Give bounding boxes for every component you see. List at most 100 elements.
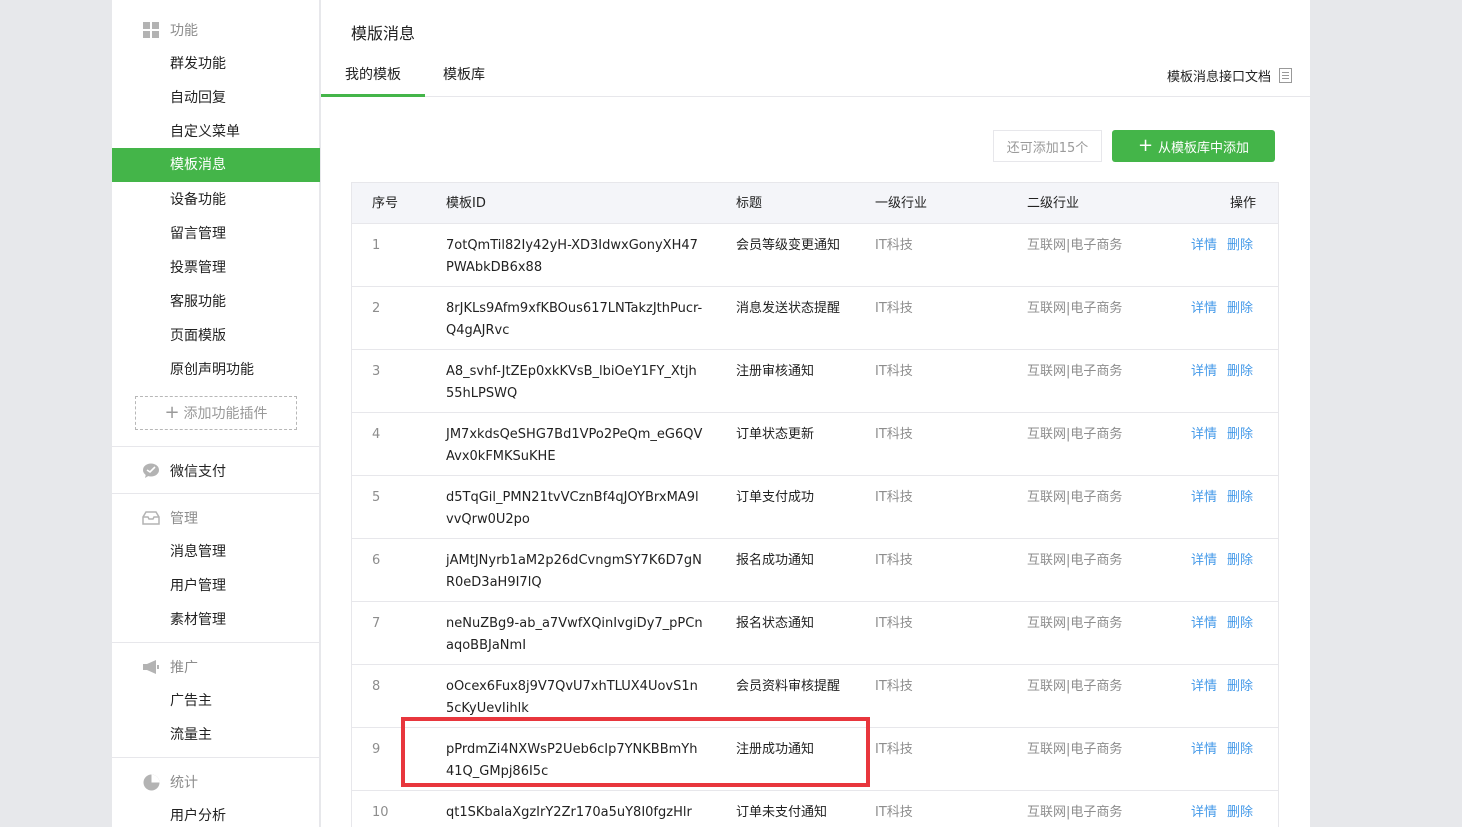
cell-industry-2: 互联网|电子商务	[1027, 553, 1123, 568]
sidebar-item-template-message[interactable]: 模板消息	[112, 148, 320, 182]
cell-no: 5	[372, 490, 381, 505]
detail-link[interactable]: 详情	[1191, 553, 1217, 568]
group-header-manage: 管理	[112, 506, 320, 530]
table-row: 1 7otQmTil82Iy42yH-XD3IdwxGonyXH47PWAbkDB…	[352, 224, 1278, 287]
cell-industry-2: 互联网|电子商务	[1027, 490, 1123, 505]
col-header-actions: 操作	[1230, 196, 1257, 211]
sidebar-divider	[112, 493, 320, 494]
sidebar-item-messages[interactable]: 消息管理	[112, 535, 320, 569]
sidebar-item-mass-send[interactable]: 群发功能	[112, 47, 320, 81]
detail-link[interactable]: 详情	[1191, 238, 1217, 253]
sidebar-item-voting[interactable]: 投票管理	[112, 251, 320, 285]
delete-link[interactable]: 删除	[1227, 301, 1253, 316]
group-title: 功能	[170, 23, 198, 39]
inbox-icon	[142, 509, 160, 527]
delete-link[interactable]: 删除	[1227, 616, 1253, 631]
delete-link[interactable]: 删除	[1227, 805, 1253, 820]
detail-link[interactable]: 详情	[1191, 427, 1217, 442]
add-button-label: 从模板库中添加	[1158, 140, 1250, 156]
sidebar-item-users[interactable]: 用户管理	[112, 569, 320, 603]
cell-title: 订单状态更新	[736, 427, 815, 442]
delete-link[interactable]: 删除	[1227, 742, 1253, 757]
cell-title: 会员资料审核提醒	[736, 679, 841, 694]
cell-industry-2: 互联网|电子商务	[1027, 679, 1123, 694]
cell-title: 会员等级变更通知	[736, 238, 841, 253]
tab-my-templates[interactable]: 我的模板	[321, 56, 425, 97]
group-header-features: 功能	[112, 18, 320, 42]
delete-link[interactable]: 删除	[1227, 679, 1253, 694]
table-row: 5 d5TqGil_PMN21tvVCznBf4qJOYBrxMA9lvvQrw0…	[352, 476, 1278, 539]
detail-link[interactable]: 详情	[1191, 742, 1217, 757]
cell-no: 4	[372, 427, 381, 442]
cell-actions: 详情 删除	[1191, 361, 1271, 383]
cell-actions: 详情 删除	[1191, 487, 1271, 509]
sidebar-item-custom-menu[interactable]: 自定义菜单	[112, 115, 320, 149]
detail-link[interactable]: 详情	[1191, 301, 1217, 316]
document-icon	[1279, 68, 1292, 83]
sidebar-item-auto-reply[interactable]: 自动回复	[112, 81, 320, 115]
detail-link[interactable]: 详情	[1191, 805, 1217, 820]
delete-link[interactable]: 删除	[1227, 553, 1253, 568]
sidebar-item-traffic-owner[interactable]: 流量主	[112, 718, 320, 752]
cell-actions: 详情 删除	[1191, 802, 1271, 824]
detail-link[interactable]: 详情	[1191, 679, 1217, 694]
cell-actions: 详情 删除	[1191, 424, 1271, 446]
cell-industry-1: IT科技	[875, 553, 913, 568]
cell-industry-2: 互联网|电子商务	[1027, 238, 1123, 253]
cell-template-id: qt1SKbalaXgzIrY2Zr170a5uY8I0fgzHlr	[446, 805, 692, 820]
sidebar-item-materials[interactable]: 素材管理	[112, 603, 320, 637]
cell-actions: 详情 删除	[1191, 298, 1271, 320]
cell-actions: 详情 删除	[1191, 550, 1271, 572]
main-panel: 模版消息 我的模板 模板库 模板消息接口文档 还可添加15个 + 从模板库中添加…	[321, 0, 1310, 827]
table-row: 4 JM7xkdsQeSHG7Bd1VPo2PeQm_eG6QVAvx0kFMKS…	[352, 413, 1278, 476]
table-row: 8 oOcex6Fux8j9V7QvU7xhTLUX4UovS1n5cKyUevI…	[352, 665, 1278, 728]
table-row: 10 qt1SKbalaXgzIrY2Zr170a5uY8I0fgzHlr 订单未支…	[352, 791, 1278, 827]
cell-template-id: oOcex6Fux8j9V7QvU7xhTLUX4UovS1n5cKyUevIi…	[446, 679, 698, 716]
add-from-library-button[interactable]: + 从模板库中添加	[1112, 130, 1275, 162]
add-plugin-button[interactable]: + 添加功能插件	[135, 396, 297, 430]
cell-industry-1: IT科技	[875, 238, 913, 253]
col-header-template-id: 模板ID	[446, 196, 486, 211]
megaphone-icon	[142, 658, 160, 676]
cell-template-id: JM7xkdsQeSHG7Bd1VPo2PeQm_eG6QVAvx0kFMKSu…	[446, 427, 703, 464]
api-doc-label: 模板消息接口文档	[1166, 70, 1271, 85]
delete-link[interactable]: 删除	[1227, 490, 1253, 505]
cell-template-id: jAMtJNyrb1aM2p26dCvngmSY7K6D7gNR0eD3aH9I…	[446, 553, 702, 590]
cell-title: 订单未支付通知	[736, 805, 828, 820]
sidebar-item-comments[interactable]: 留言管理	[112, 217, 320, 251]
table-row: 3 A8_svhf-JtZEp0xkKVsB_lbiOeY1FY_Xtjh55hL…	[352, 350, 1278, 413]
group-header-promotion: 推广	[112, 655, 320, 679]
detail-link[interactable]: 详情	[1191, 364, 1217, 379]
grid-icon	[142, 21, 160, 39]
detail-link[interactable]: 详情	[1191, 490, 1217, 505]
cell-no: 3	[372, 364, 381, 379]
detail-link[interactable]: 详情	[1191, 616, 1217, 631]
sidebar-item-user-analysis[interactable]: 用户分析	[112, 799, 320, 827]
sidebar-item-customer-service[interactable]: 客服功能	[112, 285, 320, 319]
sidebar-item-wechat-pay[interactable]: 微信支付	[112, 459, 320, 483]
delete-link[interactable]: 删除	[1227, 238, 1253, 253]
col-header-title: 标题	[736, 196, 763, 211]
cell-no: 7	[372, 616, 381, 631]
table-body: 1 7otQmTil82Iy42yH-XD3IdwxGonyXH47PWAbkDB…	[352, 224, 1278, 827]
cell-title: 报名成功通知	[736, 553, 815, 568]
cell-title: 注册成功通知	[736, 742, 815, 757]
plus-icon: +	[164, 402, 180, 423]
cell-industry-2: 互联网|电子商务	[1027, 301, 1123, 316]
api-doc-link[interactable]: 模板消息接口文档	[1167, 66, 1292, 85]
sidebar-item-page-template[interactable]: 页面模版	[112, 319, 320, 353]
cell-actions: 详情 删除	[1191, 613, 1271, 635]
tab-template-library[interactable]: 模板库	[425, 56, 503, 97]
delete-link[interactable]: 删除	[1227, 364, 1253, 379]
sidebar-item-original-declaration[interactable]: 原创声明功能	[112, 353, 320, 387]
cell-actions: 详情 删除	[1191, 235, 1271, 257]
cell-template-id: 7otQmTil82Iy42yH-XD3IdwxGonyXH47PWAbkDB6…	[446, 238, 698, 275]
delete-link[interactable]: 删除	[1227, 427, 1253, 442]
sidebar-item-device[interactable]: 设备功能	[112, 183, 320, 217]
cell-title: 报名状态通知	[736, 616, 815, 631]
plus-icon: +	[1137, 135, 1154, 156]
cell-title: 注册审核通知	[736, 364, 815, 379]
cell-industry-2: 互联网|电子商务	[1027, 742, 1123, 757]
sidebar-item-advertiser[interactable]: 广告主	[112, 684, 320, 718]
group-title: 微信支付	[170, 464, 226, 480]
